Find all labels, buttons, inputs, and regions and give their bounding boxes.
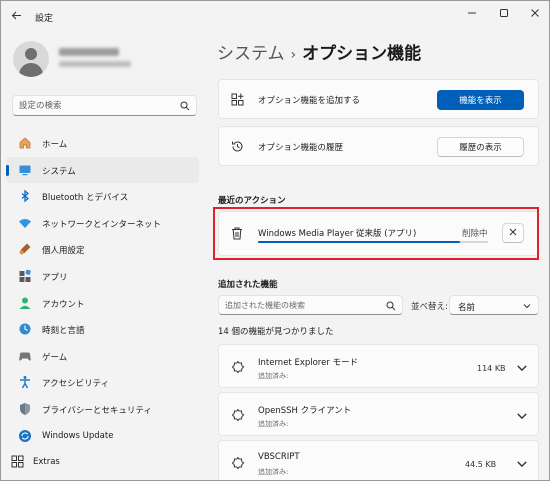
sidebar-item-bluetooth[interactable]: Bluetooth とデバイス xyxy=(6,183,199,210)
sidebar-item-apps[interactable]: アプリ xyxy=(6,263,199,290)
sidebar-item-label: Bluetooth とデバイス xyxy=(42,193,129,204)
add-feature-card: オプション機能を追加する 機能を表示 xyxy=(218,79,539,119)
sort-label: 並べ替え: xyxy=(411,302,448,312)
sidebar-nav: ホーム システム Bluetooth とデバイス ネットワークとインターネット … xyxy=(6,130,199,449)
highlight-frame xyxy=(213,207,539,260)
bluetooth-icon xyxy=(21,189,30,203)
added-features-search-input[interactable] xyxy=(225,299,375,311)
apps-icon xyxy=(19,269,31,282)
feature-name: OpenSSH クライアント xyxy=(258,406,352,416)
feature-count: 14 個の機能が見つかりました xyxy=(218,327,334,337)
breadcrumb: システム › オプション機能 xyxy=(217,39,421,64)
sidebar-item-time-language[interactable]: 時刻と言語 xyxy=(6,316,199,343)
sidebar-item-privacy[interactable]: プライバシーとセキュリティ xyxy=(6,396,199,423)
sidebar-item-extras[interactable]: Extras xyxy=(1,449,201,475)
add-apps-icon xyxy=(231,93,244,106)
feature-size: 114 KB xyxy=(477,364,506,373)
sidebar-item-label: システム xyxy=(42,166,76,177)
recent-actions-heading: 最近のアクション xyxy=(218,196,286,206)
feature-name: VBSCRIPT xyxy=(258,452,300,462)
accessibility-icon xyxy=(20,376,30,389)
chevron-down-icon xyxy=(523,304,531,309)
minimize-button[interactable] xyxy=(457,5,487,21)
minimize-icon xyxy=(468,12,476,14)
history-icon xyxy=(232,141,243,152)
view-history-button[interactable]: 履歴の表示 xyxy=(437,137,524,157)
settings-search-box[interactable] xyxy=(12,95,197,116)
feature-name: Internet Explorer モード xyxy=(258,358,359,368)
sidebar-item-label: 個人用設定 xyxy=(42,246,85,257)
sort-value: 名前 xyxy=(458,303,476,313)
feature-status: 追加済み: xyxy=(258,468,289,476)
chevron-down-icon[interactable] xyxy=(515,457,529,471)
chevron-down-icon[interactable] xyxy=(515,409,529,423)
settings-search-input[interactable] xyxy=(19,99,174,112)
sidebar-item-label: ゲーム xyxy=(42,352,68,363)
gaming-icon xyxy=(19,352,31,361)
avatar-body-shape xyxy=(19,63,43,77)
sidebar-item-label: ネットワークとインターネット xyxy=(42,219,162,230)
sidebar-item-label: プライバシーとセキュリティ xyxy=(42,405,152,416)
sidebar-item-label: アプリ xyxy=(42,272,68,283)
sidebar-item-label: アクセシビリティ xyxy=(42,379,110,390)
account-icon xyxy=(19,297,31,309)
sidebar-item-accessibility[interactable]: アクセシビリティ xyxy=(6,369,199,396)
sidebar-item-gaming[interactable]: ゲーム xyxy=(6,343,199,370)
close-window-button[interactable] xyxy=(520,5,549,21)
view-features-button[interactable]: 機能を表示 xyxy=(437,90,524,110)
blurred-user-email xyxy=(59,61,131,67)
settings-window: 設定 ホーム システム Bluetooth とデバイス xyxy=(0,0,550,481)
feature-size: 44.5 KB xyxy=(465,460,497,469)
page-title: オプション機能 xyxy=(302,44,422,64)
app-title: 設定 xyxy=(35,14,54,24)
avatar[interactable] xyxy=(13,41,49,77)
close-icon xyxy=(531,9,539,17)
added-features-heading: 追加された機能 xyxy=(218,280,278,290)
feature-item-internet-explorer[interactable]: Internet Explorer モード 追加済み: 114 KB xyxy=(218,344,539,388)
breadcrumb-separator: › xyxy=(290,47,297,63)
sidebar-item-label: ホーム xyxy=(42,140,68,150)
sidebar-item-label: 時刻と言語 xyxy=(42,326,85,337)
sidebar-item-personalization[interactable]: 個人用設定 xyxy=(6,236,199,263)
back-button[interactable] xyxy=(9,10,23,24)
added-features-search-box[interactable] xyxy=(218,295,403,315)
sidebar-item-network[interactable]: ネットワークとインターネット xyxy=(6,210,199,237)
feature-status: 追加済み: xyxy=(258,372,289,380)
network-icon xyxy=(19,218,31,228)
puzzle-gear-icon xyxy=(231,408,245,422)
history-card: オプション機能の履歴 履歴の表示 xyxy=(218,126,539,166)
maximize-icon xyxy=(500,9,508,17)
feature-item-vbscript[interactable]: VBSCRIPT 追加済み: 44.5 KB xyxy=(218,440,539,480)
privacy-icon xyxy=(20,402,30,415)
feature-status: 追加済み: xyxy=(258,420,289,428)
sidebar-item-label: アカウント xyxy=(42,299,85,310)
sidebar-item-label: Windows Update xyxy=(42,430,114,441)
sidebar-item-label: Extras xyxy=(33,457,60,467)
windows-update-icon xyxy=(19,429,31,442)
system-icon xyxy=(19,165,31,175)
title-bar: 設定 xyxy=(1,1,549,33)
extras-grid-icon xyxy=(11,455,24,468)
feature-item-openssh[interactable]: OpenSSH クライアント 追加済み: xyxy=(218,392,539,436)
puzzle-gear-icon xyxy=(231,456,245,470)
sidebar-item-account[interactable]: アカウント xyxy=(6,290,199,317)
history-label: オプション機能の履歴 xyxy=(258,143,344,153)
arrow-left-icon xyxy=(11,11,21,20)
sort-dropdown[interactable]: 名前 xyxy=(449,295,539,315)
breadcrumb-parent[interactable]: システム xyxy=(217,44,285,64)
chevron-down-icon[interactable] xyxy=(515,361,529,375)
search-icon xyxy=(180,101,190,111)
blurred-user-name xyxy=(59,48,119,56)
personalization-icon xyxy=(19,243,31,256)
avatar-head-shape xyxy=(25,48,37,60)
maximize-button[interactable] xyxy=(489,5,519,21)
puzzle-gear-icon xyxy=(231,360,245,374)
time-language-icon xyxy=(19,323,31,335)
sidebar-item-windows-update[interactable]: Windows Update xyxy=(6,423,199,450)
search-icon xyxy=(386,301,396,311)
home-icon xyxy=(19,137,31,149)
sidebar-item-home[interactable]: ホーム xyxy=(6,130,199,157)
add-feature-label: オプション機能を追加する xyxy=(258,96,361,106)
sidebar-item-system[interactable]: システム xyxy=(6,156,199,184)
